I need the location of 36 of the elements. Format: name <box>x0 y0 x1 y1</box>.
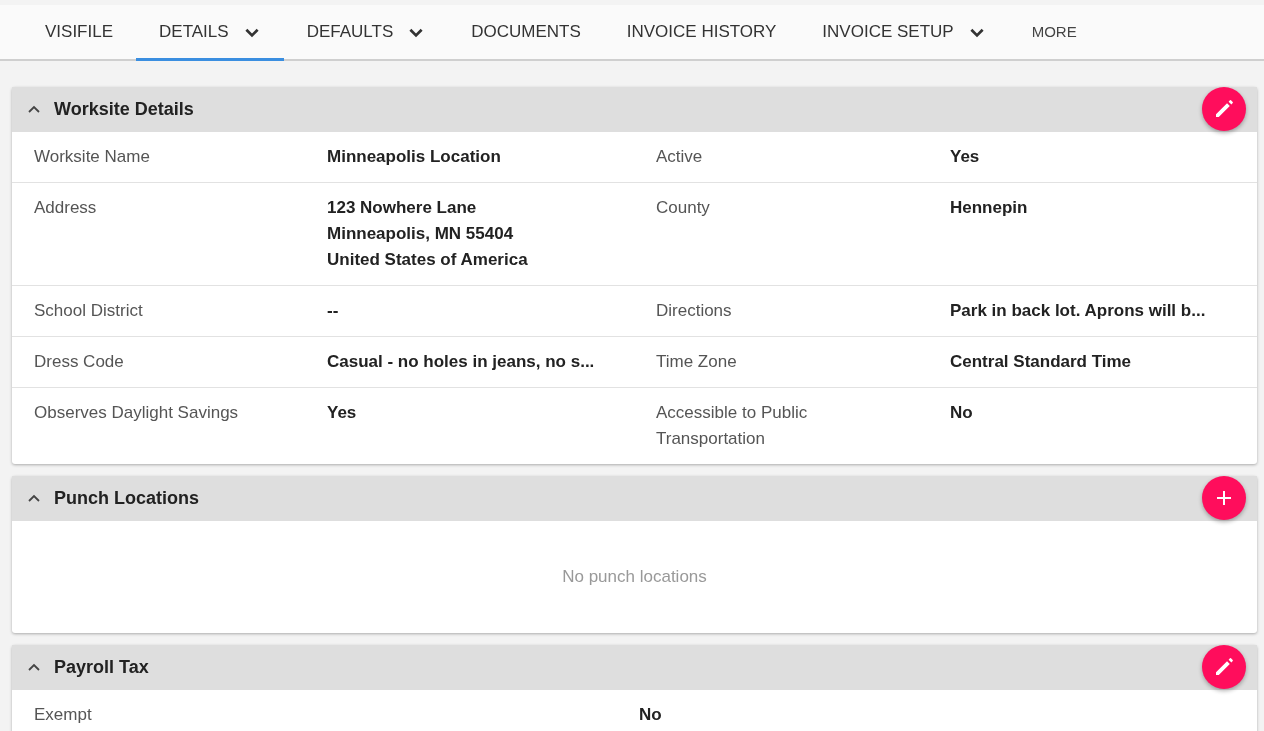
empty-message: No punch locations <box>562 567 707 587</box>
field-value: Park in back lot. Aprons will b... <box>950 300 1206 322</box>
tab[interactable]: VISIFILE <box>22 5 137 61</box>
field-label: Address <box>34 197 97 219</box>
field-value: Hennepin <box>950 197 1028 219</box>
section-header[interactable]: Worksite Details <box>12 87 1257 132</box>
field-value: Yes <box>950 146 980 168</box>
field-label: Time Zone <box>656 351 737 373</box>
more-tab[interactable]: MORE <box>1008 5 1100 61</box>
field-label: Exempt <box>34 704 92 726</box>
tab[interactable]: DOCUMENTS <box>448 5 604 61</box>
field-label: Worksite Name <box>34 146 150 168</box>
field-value: Casual - no holes in jeans, no s... <box>327 351 595 373</box>
section-title: Payroll Tax <box>54 657 149 678</box>
tab[interactable]: DEFAULTS <box>283 5 449 61</box>
section-title: Worksite Details <box>54 99 194 120</box>
field-value: -- <box>327 300 339 322</box>
section-title: Punch Locations <box>54 488 199 509</box>
tab[interactable]: INVOICE HISTORY <box>603 5 800 61</box>
field-label: County <box>656 197 710 219</box>
field-label: Directions <box>656 300 732 322</box>
field-value: Minneapolis Location <box>327 146 501 168</box>
field-value: 123 Nowhere Lane Minneapolis, MN 55404 United States of America <box>327 197 528 271</box>
field-value: No <box>639 704 662 726</box>
tab[interactable]: INVOICE SETUP <box>799 5 1009 61</box>
field-label: Observes Daylight Savings <box>34 402 239 424</box>
field-label: Accessible to Public Transportation <box>656 402 808 450</box>
field-value: Central Standard Time <box>950 351 1132 373</box>
section-header[interactable]: Payroll Tax <box>12 645 1257 690</box>
field-label: School District <box>34 300 143 322</box>
field-value: No <box>950 402 973 424</box>
field-label: Active <box>656 146 703 168</box>
section-header[interactable]: Punch Locations <box>12 476 1257 521</box>
field-value: Yes <box>327 402 357 424</box>
field-label: Dress Code <box>34 351 124 373</box>
tab[interactable]: DETAILS <box>136 5 284 61</box>
